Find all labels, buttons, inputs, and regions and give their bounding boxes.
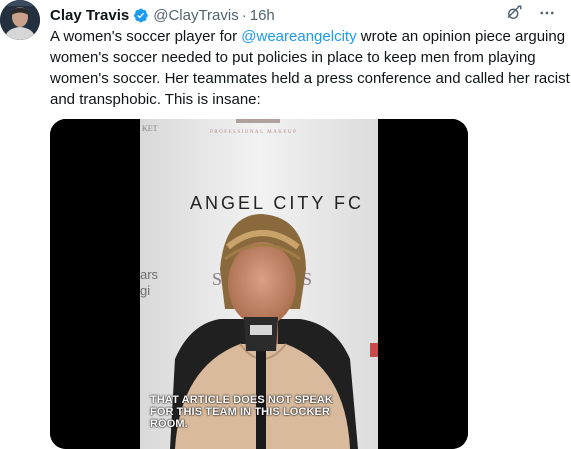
video-caption: THAT ARTICLE DOES NOT SPEAK FOR THIS TEA… — [150, 394, 333, 430]
author-avatar[interactable] — [0, 0, 40, 40]
grok-icon[interactable] — [505, 4, 523, 22]
more-icon[interactable] — [537, 4, 557, 22]
tweet-timestamp[interactable]: 16h — [250, 7, 275, 24]
svg-text:gi: gi — [140, 283, 150, 298]
mention-link[interactable]: @weareangelcity — [241, 28, 356, 45]
avatar-image — [0, 0, 40, 40]
backdrop-main-text: ANGEL CITY FC — [190, 193, 364, 213]
backdrop-logo-left: ars — [140, 267, 159, 282]
player-face — [228, 242, 296, 326]
backdrop-top-text: PROFESSIONAL MAKEUP — [210, 130, 297, 135]
author-handle[interactable]: @ClayTravis — [153, 7, 239, 24]
tweet-video[interactable]: PROFESSIONAL MAKEUP KET ANGEL CITY FC ar… — [50, 119, 468, 449]
backdrop-left-text: KET — [142, 124, 158, 133]
verified-badge-icon — [134, 8, 148, 22]
author-name[interactable]: Clay Travis — [50, 7, 129, 24]
tweet-header: Clay Travis @ClayTravis · 16h — [50, 4, 561, 26]
tweet-text-before: A women's soccer player for — [50, 28, 242, 45]
tweet-text: A women's soccer player for @weareangelc… — [50, 26, 570, 110]
separator-dot: · — [241, 6, 247, 24]
header-actions — [505, 4, 557, 22]
